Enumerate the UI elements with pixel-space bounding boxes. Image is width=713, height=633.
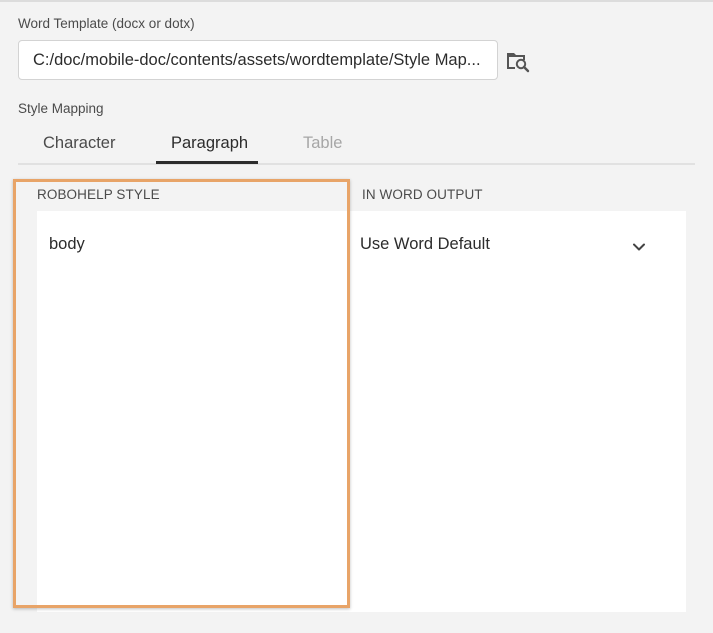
tab-table[interactable]: Table: [303, 134, 342, 153]
top-divider: [0, 0, 713, 2]
robohelp-style-cell[interactable]: body: [49, 235, 85, 254]
word-template-label: Word Template (docx or dotx): [18, 16, 195, 31]
style-mapping-table: [37, 211, 686, 612]
style-mapping-tabs: Character Paragraph Table: [18, 128, 695, 165]
word-template-path-input[interactable]: C:/doc/mobile-doc/contents/assets/wordte…: [18, 40, 498, 80]
folder-search-icon: [507, 53, 530, 73]
active-tab-indicator: [156, 161, 258, 164]
chevron-down-icon: [633, 243, 645, 251]
browse-template-button[interactable]: [505, 48, 531, 74]
word-output-column-header: IN WORD OUTPUT: [362, 187, 483, 202]
word-output-dropdown[interactable]: Use Word Default: [358, 228, 658, 262]
robohelp-style-column-header: ROBOHELP STYLE: [37, 187, 160, 202]
tab-character[interactable]: Character: [43, 134, 115, 153]
word-output-selected-value: Use Word Default: [360, 235, 490, 253]
tab-paragraph[interactable]: Paragraph: [171, 134, 248, 153]
style-mapping-label: Style Mapping: [18, 101, 104, 116]
